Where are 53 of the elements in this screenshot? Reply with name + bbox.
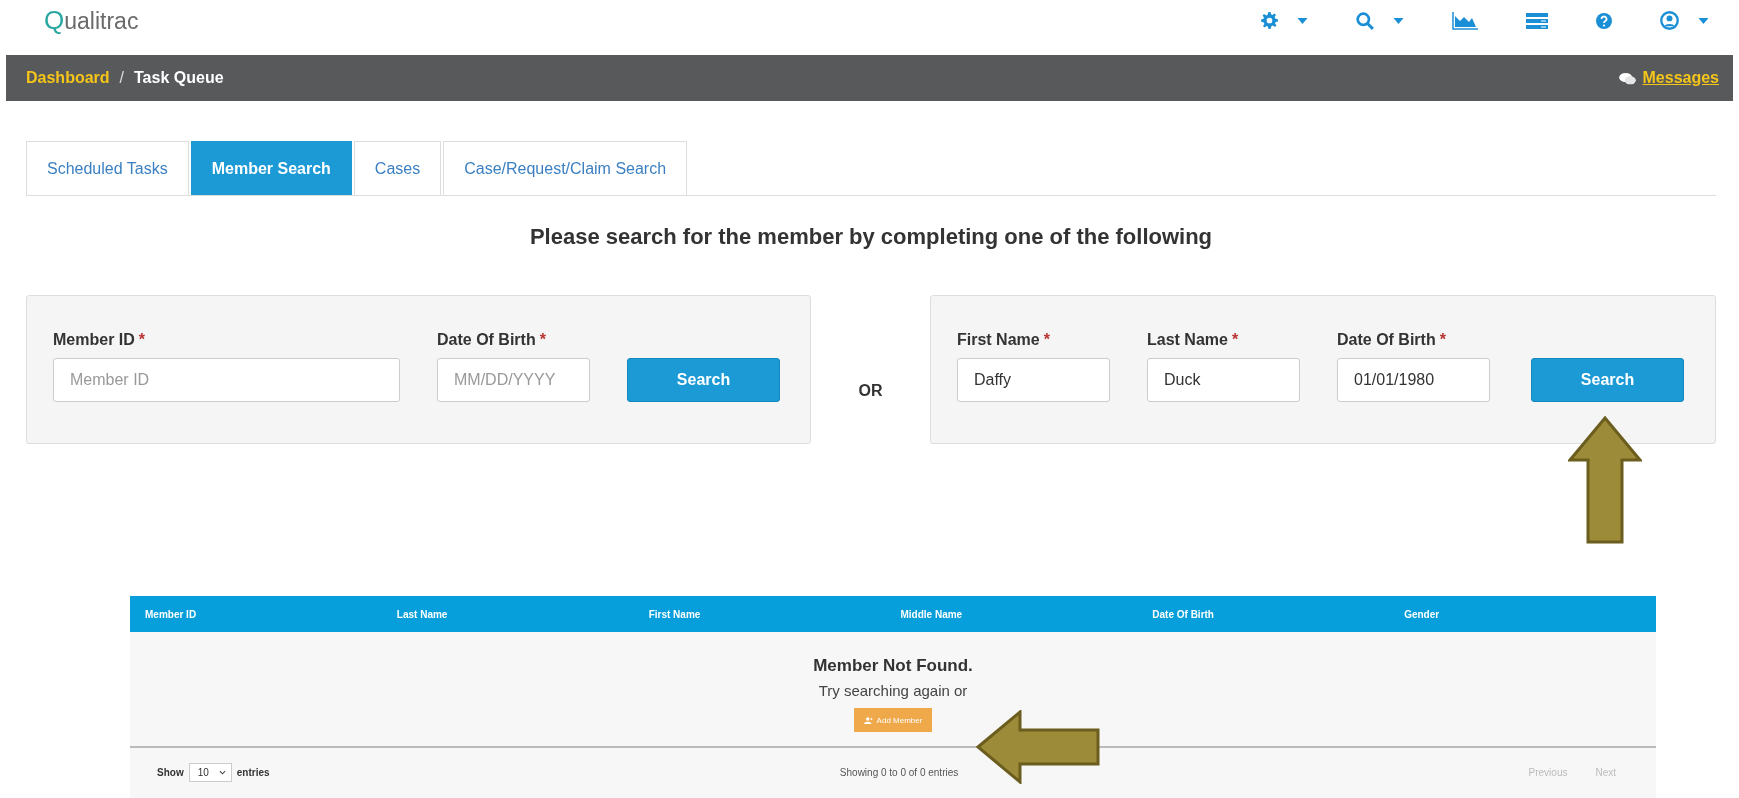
- input-field[interactable]: Daffy: [957, 358, 1110, 402]
- settings-icon[interactable]: [1261, 12, 1278, 29]
- breadcrumb-link[interactable]: Dashboard: [26, 69, 110, 87]
- tab[interactable]: Scheduled Tasks: [26, 141, 189, 195]
- column-header[interactable]: Member ID: [145, 608, 397, 620]
- table-info: Showing 0 to 0 of 0 entries: [838, 766, 960, 778]
- column-header[interactable]: Middle Name: [900, 608, 1153, 620]
- user-icon[interactable]: [1660, 11, 1679, 30]
- input-field[interactable]: Member ID: [53, 358, 400, 402]
- required-mark: *: [1043, 331, 1050, 348]
- input-field[interactable]: Duck: [1147, 358, 1300, 402]
- field-label: First Name: [957, 331, 1040, 348]
- tab[interactable]: Member Search: [190, 141, 352, 195]
- column-header[interactable]: First Name: [648, 608, 901, 620]
- required-mark: *: [1231, 331, 1239, 348]
- input-field[interactable]: 01/01/1980: [1337, 358, 1490, 402]
- breadcrumb-current: Task Queue: [134, 69, 224, 87]
- field-label: Member ID: [53, 331, 135, 348]
- empty-title: Member Not Found.: [813, 656, 973, 676]
- messages-link[interactable]: Messages: [1642, 69, 1719, 87]
- help-icon[interactable]: [1596, 12, 1612, 29]
- required-mark: *: [1439, 331, 1446, 348]
- required-mark: *: [138, 331, 146, 348]
- caret-icon[interactable]: [1297, 17, 1308, 24]
- column-header[interactable]: Gender: [1404, 608, 1656, 620]
- column-header[interactable]: Last Name: [396, 608, 649, 620]
- chevron-icon: [218, 769, 226, 775]
- required-mark: *: [539, 331, 546, 348]
- chart-icon[interactable]: [1452, 11, 1478, 30]
- add-member-button[interactable]: Add Member: [853, 708, 933, 732]
- field-label: Last Name: [1147, 331, 1228, 348]
- add-user-icon: [863, 716, 873, 724]
- column-header[interactable]: Date Of Birth: [1152, 608, 1405, 620]
- server-icon[interactable]: [1526, 12, 1548, 29]
- empty-message: Try searching again or: [818, 682, 968, 699]
- search-icon[interactable]: [1356, 11, 1374, 30]
- field-label: Date Of Birth: [1337, 331, 1436, 348]
- page-heading: Please search for the member by completing one of the following: [528, 224, 1214, 251]
- caret-icon[interactable]: [1393, 17, 1404, 24]
- caret-icon[interactable]: [1698, 17, 1709, 24]
- tab[interactable]: Cases: [353, 141, 442, 195]
- search-button[interactable]: Search: [627, 358, 780, 402]
- page-size-select[interactable]: 10: [188, 762, 232, 782]
- breadcrumb-separator: /: [119, 69, 125, 87]
- entries-label: entries: [236, 766, 270, 778]
- chat-icon[interactable]: [1618, 71, 1636, 85]
- tab[interactable]: Case/Request/Claim Search: [443, 141, 688, 195]
- or-label: OR: [857, 380, 884, 400]
- field-label: Date Of Birth: [437, 331, 536, 348]
- logo[interactable]: Qualitrac: [44, 5, 139, 36]
- search-button[interactable]: Search: [1531, 358, 1684, 402]
- input-field[interactable]: MM/DD/YYYY: [437, 358, 590, 402]
- show-label: Show: [157, 766, 184, 778]
